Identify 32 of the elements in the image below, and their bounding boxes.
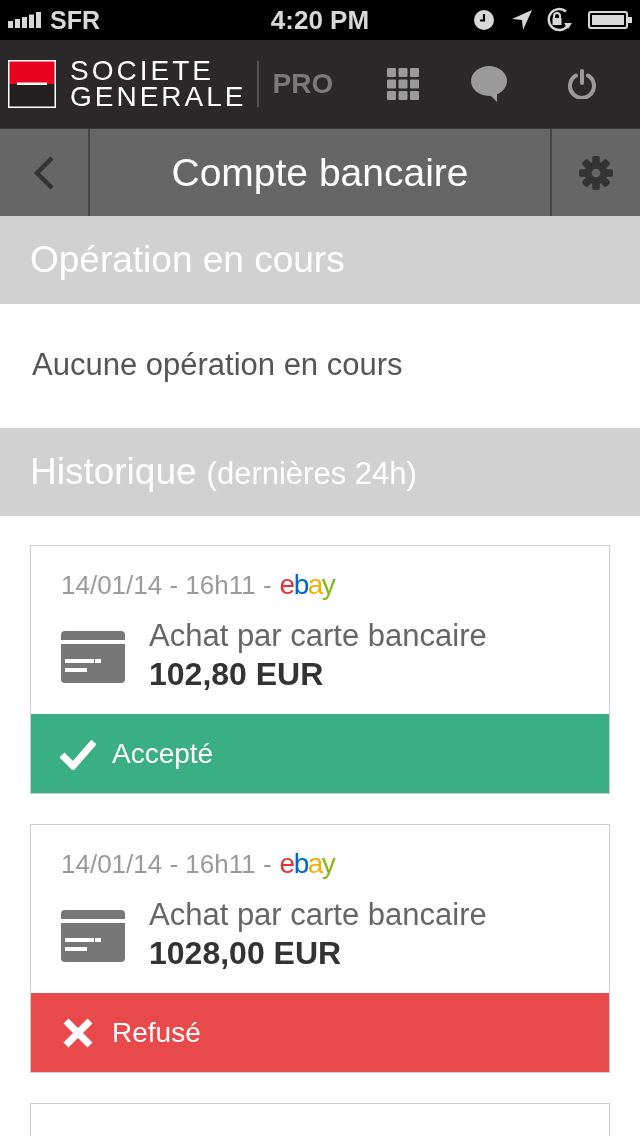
check-icon — [60, 737, 96, 770]
grid-icon[interactable] — [387, 68, 420, 100]
transaction-label: Achat par carte bancaire — [149, 897, 487, 933]
transaction-label: Achat par carte bancaire — [149, 618, 487, 654]
brand-name-line: GENERALE — [70, 84, 247, 110]
status-label: Refusé — [112, 1015, 201, 1050]
merchant-logo: ebay — [279, 569, 335, 601]
battery-icon — [588, 11, 632, 29]
status-time: 4:20 PM — [270, 5, 370, 35]
location-arrow-icon — [512, 10, 532, 30]
empty-message: Aucune opération en cours — [32, 346, 403, 384]
transaction-date: 14/01/14 - 16h11 - — [61, 848, 272, 880]
transaction-amount: 1028,00 EUR — [149, 934, 343, 973]
cross-icon — [63, 1017, 93, 1048]
brand-name-line: SOCIETE — [70, 58, 215, 84]
credit-card-icon — [61, 910, 125, 962]
product-label: PRO — [272, 68, 334, 100]
merchant-logo: ebay — [279, 848, 335, 880]
transaction-card[interactable]: 14/01/14 - 16h11 - ebay Achat par carte bancaire 1028,00 EUR Refusé — [30, 824, 610, 1073]
signal-icon — [8, 12, 42, 28]
credit-card-icon — [61, 631, 125, 683]
chat-bubble-icon[interactable] — [471, 66, 508, 102]
brand-logo-icon — [8, 60, 56, 108]
carrier-name: SFR — [50, 5, 100, 35]
transaction-amount: 102,80 EUR — [149, 655, 325, 694]
transaction-date: 14/01/14 - 16h11 - — [61, 569, 272, 601]
clock-icon — [474, 10, 494, 30]
status-label: Accepté — [112, 736, 214, 771]
screen-title: Compte bancaire — [170, 149, 470, 196]
transaction-card[interactable]: 14/01/14 - 16h11 - ebay Achat par carte bancaire 102,80 EUR Accepté — [30, 545, 610, 794]
power-icon[interactable] — [567, 69, 598, 99]
back-icon — [33, 155, 55, 190]
